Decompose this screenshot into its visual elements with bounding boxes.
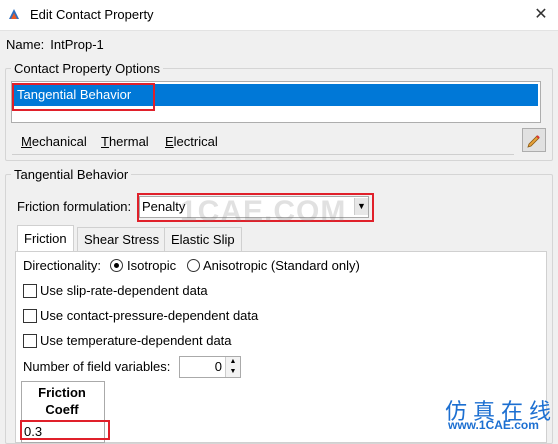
tab-elastic-slip[interactable]: Elastic Slip [164,227,242,252]
friction-coeff-header-text: Friction Coeff [38,385,86,417]
pencil-icon [527,135,540,148]
field-variables-value: 0 [214,359,222,374]
watermark: 1CAE.COM [180,195,347,228]
behavior-legend: Tangential Behavior [14,167,129,182]
title-bar: Edit Contact Property ✕ [0,0,558,31]
name-label: Name: [6,37,45,52]
checkbox-temperature[interactable] [23,334,37,348]
menu-mechanical[interactable]: Mechanical [21,134,87,149]
checkbox-temperature-label: Use temperature-dependent data [40,333,232,348]
friction-coeff-header: Friction Coeff [22,382,102,421]
checkbox-slip-rate[interactable] [23,284,37,298]
edit-button[interactable] [522,128,546,152]
tab-shear-stress[interactable]: Shear Stress [77,227,167,252]
close-icon[interactable]: ✕ [530,4,552,26]
checkbox-contact-pressure[interactable] [23,309,37,323]
name-value: IntProp-1 [50,37,104,52]
anisotropic-label: Anisotropic (Standard only) [203,258,360,273]
directionality-label: Directionality: [23,258,102,273]
checkbox-contact-pressure-label: Use contact-pressure-dependent data [40,308,259,323]
menu-electrical[interactable]: Electrical [165,134,218,149]
radio-anisotropic[interactable] [187,259,200,272]
radio-isotropic[interactable] [110,259,123,272]
highlight-box [20,420,110,440]
checkbox-slip-rate-label: Use slip-rate-dependent data [40,283,208,298]
field-variables-label: Number of field variables: [23,359,171,374]
tab-friction[interactable]: Friction [17,225,74,253]
menu-thermal[interactable]: Thermal [101,134,149,149]
friction-formulation-label: Friction formulation: [17,199,132,214]
spinner-arrows-icon[interactable]: ▲ ▼ [225,357,240,377]
options-legend: Contact Property Options [14,61,160,76]
name-row: Name: IntProp-1 [6,37,110,52]
isotropic-label: Isotropic [127,258,177,273]
watermark-url: www.1CAE.com [448,418,539,432]
highlight-box [12,83,155,111]
menu-divider [12,154,514,155]
window-title: Edit Contact Property [30,7,154,22]
field-variables-spinner[interactable]: 0 ▲ ▼ [179,356,241,378]
app-icon [9,9,19,19]
